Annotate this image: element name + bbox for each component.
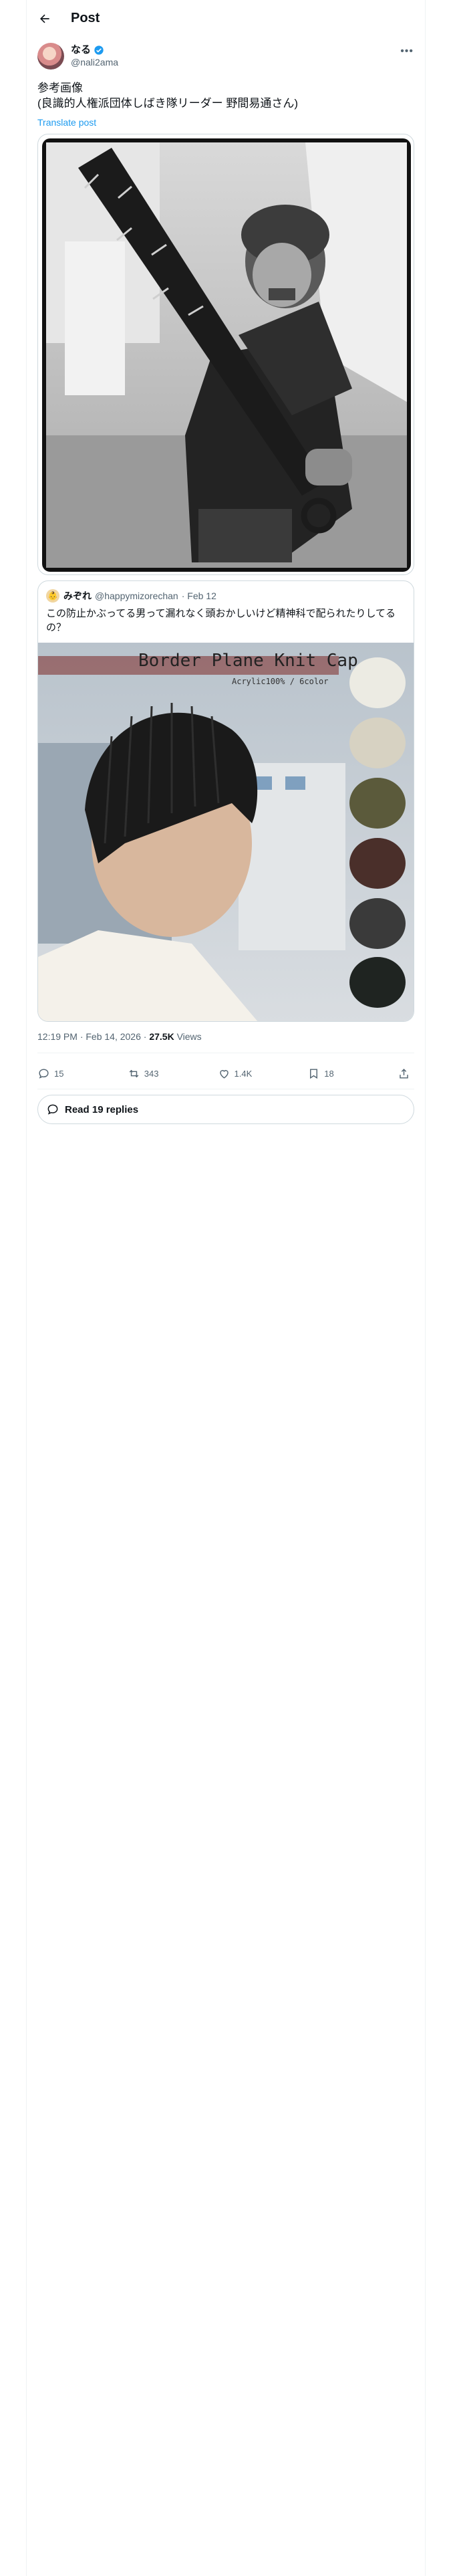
author-avatar[interactable] [37, 43, 64, 70]
page-title: Post [71, 11, 100, 25]
author-handle[interactable]: @nali2ama [71, 56, 118, 68]
header: Post [27, 0, 425, 37]
quote-text: この防止かぶってる男って漏れなく頭おかしいけど精神科で配られたりしてるの？ [46, 608, 396, 633]
quote-date: · Feb 12 [181, 591, 216, 601]
reply-count: 15 [54, 1068, 64, 1079]
product-subtitle: Acrylic100% / 6color [232, 677, 329, 686]
quote-photo[interactable]: Border Plane Knit Cap Acrylic100% / 6col… [38, 643, 414, 1021]
column-border-right [425, 0, 426, 2576]
quote-author-name: みぞれ [63, 591, 92, 601]
tweet-text: 参考画像 (良識的人権派団体しばき隊リーダー 野間易通さん) [37, 82, 299, 110]
post-timestamp: 12:19 PM · Feb 14, 2026 · 27.5K Views [37, 1031, 202, 1042]
photo-man-with-spiked-bat [42, 138, 411, 572]
quote-author-handle: @happymizorechan [95, 591, 178, 601]
read-replies-button[interactable]: Read 19 replies [37, 1095, 414, 1124]
quoted-post[interactable]: 👶 みぞれ @happymizorechan · Feb 12 この防止かぶって… [37, 580, 414, 1022]
arrow-left-icon [40, 14, 49, 23]
action-bar: 15 343 1.4K 18 [37, 1061, 414, 1085]
author-row: なる @nali2ama ••• [37, 43, 414, 72]
bookmark-icon [310, 1068, 318, 1079]
reply-icon [39, 1068, 49, 1079]
like-count: 1.4K [234, 1068, 253, 1079]
tweet-photo[interactable] [37, 134, 414, 575]
quote-avatar: 👶 [46, 589, 59, 603]
repost-count: 343 [144, 1068, 159, 1079]
heart-icon [219, 1069, 229, 1079]
product-title: Border Plane Knit Cap [138, 651, 358, 671]
share-button[interactable] [398, 1067, 414, 1080]
column-border-left [26, 0, 27, 2576]
author-name[interactable]: なる [71, 44, 91, 56]
post-time[interactable]: 12:19 PM · Feb 14, 2026 · [37, 1031, 149, 1042]
repost-icon [129, 1069, 139, 1077]
quote-header: 👶 みぞれ @happymizorechan · Feb 12 [46, 589, 216, 603]
share-icon [400, 1068, 408, 1079]
chat-bubble-icon [47, 1104, 58, 1115]
more-options-icon[interactable]: ••• [400, 45, 414, 58]
reply-button[interactable]: 15 [37, 1067, 78, 1080]
views-label: Views [174, 1031, 202, 1042]
translate-link[interactable]: Translate post [37, 117, 96, 128]
repost-button[interactable]: 343 [128, 1067, 168, 1080]
views-count: 27.5K [149, 1031, 174, 1042]
verified-badge-icon [94, 45, 104, 55]
read-replies-label: Read 19 replies [65, 1103, 139, 1115]
photo-knit-cap-ad: Border Plane Knit Cap Acrylic100% / 6col… [38, 643, 414, 1021]
like-button[interactable]: 1.4K [218, 1067, 258, 1080]
bookmark-count: 18 [324, 1068, 334, 1079]
bookmark-button[interactable]: 18 [307, 1067, 347, 1080]
back-button[interactable] [33, 7, 56, 30]
